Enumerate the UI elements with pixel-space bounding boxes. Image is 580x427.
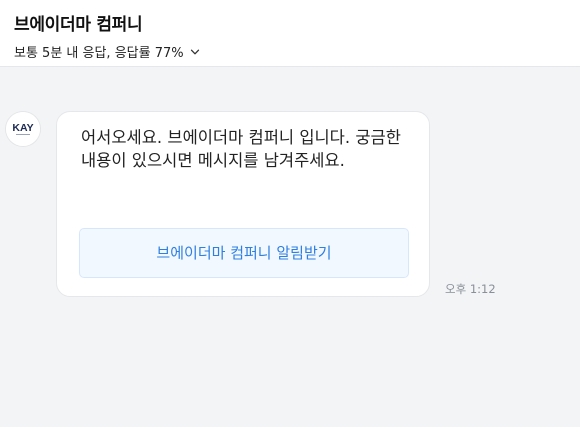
- response-status-text: 보통 5분 내 응답, 응답률 77%: [14, 46, 184, 61]
- kay-logo-icon: KAY: [6, 112, 40, 146]
- message-bubble: 어서오세요. 브에이더마 컴퍼니 입니다. 궁금한 내용이 있으시면 메시지를 …: [56, 111, 430, 297]
- message-text: 어서오세요. 브에이더마 컴퍼니 입니다. 궁금한 내용이 있으시면 메시지를 …: [81, 128, 401, 170]
- avatar[interactable]: KAY: [6, 112, 40, 146]
- message-timestamp: 오후 1:12: [445, 282, 496, 296]
- chat-area: KAY 어서오세요. 브에이더마 컴퍼니 입니다. 궁금한 내용이 있으시면 메…: [0, 67, 580, 427]
- chevron-down-icon: [190, 49, 199, 54]
- page-title: 브에이더마 컴퍼니: [14, 15, 143, 35]
- response-status-toggle[interactable]: 보통 5분 내 응답, 응답률 77%: [14, 42, 200, 61]
- avatar-logo-text: KAY: [12, 122, 33, 134]
- chat-header: 브에이더마 컴퍼니 보통 5분 내 응답, 응답률 77%: [0, 0, 580, 67]
- subscribe-notification-button[interactable]: 브에이더마 컴퍼니 알림받기: [79, 228, 409, 278]
